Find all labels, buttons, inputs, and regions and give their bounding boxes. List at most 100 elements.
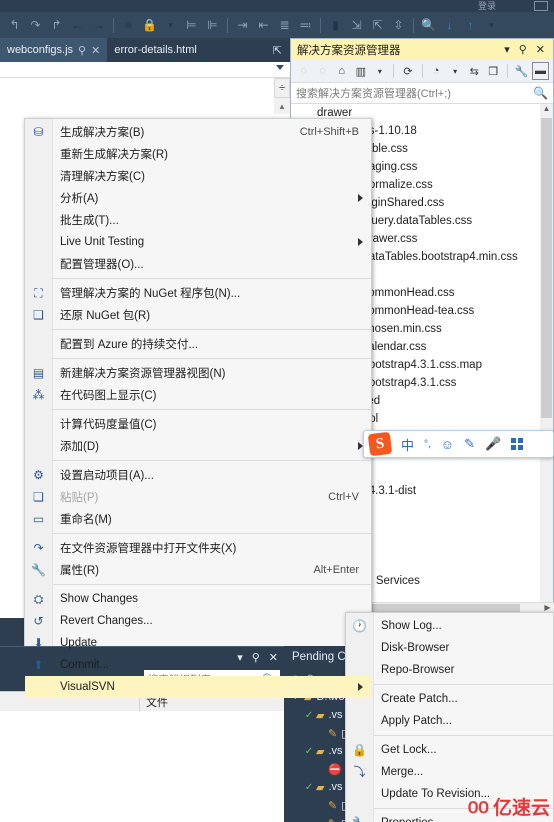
toolbar-separator: [393, 64, 395, 78]
prev-bookmark-icon[interactable]: ⇱: [367, 14, 388, 36]
checked-icon[interactable]: ✓: [302, 710, 316, 721]
checked-icon[interactable]: ✓: [302, 782, 316, 793]
menu-item-label: 粘贴(P): [60, 492, 99, 504]
context-menu-item-19[interactable]: ⚙ 设置启动项目(A)...: [25, 464, 371, 486]
toolbar-chevron-icon[interactable]: ▾: [481, 14, 502, 36]
context-menu-item-8[interactable]: ⛶ 管理解决方案的 NuGet 程序包(N)...: [25, 282, 371, 304]
error-list-rows[interactable]: [0, 711, 284, 822]
svn-menu-item-5[interactable]: Apply Patch...: [346, 710, 553, 732]
context-menu-item-9[interactable]: ❑ 还原 NuGet 包(R): [25, 304, 371, 326]
close-icon[interactable]: ✕: [91, 44, 100, 57]
svn-menu-item-8[interactable]: ⤵ Merge...: [346, 761, 553, 783]
context-menu-item-21[interactable]: ▭ 重命名(M): [25, 508, 371, 530]
build-solution-icon: ⛁: [33, 125, 44, 139]
context-menu-item-28[interactable]: ⬇ Update: [25, 632, 371, 654]
svn-menu-item-1[interactable]: Disk-Browser: [346, 637, 553, 659]
context-menu-item-5[interactable]: Live Unit Testing: [25, 231, 371, 253]
svn-menu-item-4[interactable]: Create Patch...: [346, 688, 553, 710]
bookmark-icon[interactable]: ▮: [325, 14, 346, 36]
tab-webconfigs-js[interactable]: webconfigs.js ⚲ ✕: [0, 38, 108, 62]
sign-in-label[interactable]: 登录: [478, 0, 496, 12]
punctuation-icon[interactable]: °,: [424, 439, 431, 450]
lock-icon[interactable]: 🔒: [139, 14, 160, 36]
skin-icon[interactable]: ✎: [464, 436, 475, 452]
toolbar-overflow-icon[interactable]: ▾: [160, 14, 181, 36]
svn-menu-item-0[interactable]: 🕐 Show Log...: [346, 615, 553, 637]
context-menu-item-30[interactable]: VisualSVN: [25, 676, 371, 698]
context-menu-item-17[interactable]: 添加(D): [25, 435, 371, 457]
checked-icon[interactable]: ✓: [302, 746, 316, 757]
sync-with-active-document-icon[interactable]: ⟳: [399, 62, 416, 80]
context-menu-item-24[interactable]: 🔧 属性(R) Alt+Enter: [25, 559, 371, 581]
back-icon[interactable]: ◌: [295, 62, 312, 80]
chevron-down-icon[interactable]: [276, 65, 284, 70]
show-all-files-icon[interactable]: ◔: [427, 62, 444, 80]
sogou-logo-icon[interactable]: S: [367, 431, 393, 457]
collapse-all-icon[interactable]: ❐: [485, 62, 502, 80]
forward-icon[interactable]: ◌: [314, 62, 331, 80]
navigate-forward-icon[interactable]: →: [88, 14, 109, 36]
chinese-mode-icon[interactable]: 中: [401, 435, 414, 454]
context-menu-item-0[interactable]: ⛁ 生成解决方案(B) Ctrl+Shift+B: [25, 121, 371, 143]
context-menu-item-27[interactable]: ↺ Revert Changes...: [25, 610, 371, 632]
tab-error-details-html[interactable]: error-details.html: [107, 38, 204, 62]
context-menu-item-13[interactable]: ▤ 新建解决方案资源管理器视图(N): [25, 362, 371, 384]
refresh-icon[interactable]: ⇆: [466, 62, 483, 80]
submenu-arrow-icon: [358, 194, 363, 202]
navigate-back-icon[interactable]: ←: [67, 14, 88, 36]
context-menu-item-14[interactable]: ⁂ 在代码图上显示(C): [25, 384, 371, 406]
emoji-icon[interactable]: ☺: [441, 437, 454, 452]
find-next-icon[interactable]: ↓: [439, 14, 460, 36]
clear-bookmarks-icon[interactable]: ⇳: [388, 14, 409, 36]
split-editor-handle[interactable]: ÷: [274, 78, 290, 98]
scroll-thumb[interactable]: [541, 118, 552, 418]
tree-vertical-scrollbar[interactable]: ▲ ▼: [540, 104, 553, 615]
pin-icon[interactable]: ⚲: [519, 43, 527, 56]
menu-item-label: Get Lock...: [381, 744, 437, 756]
panel-menu-icon[interactable]: ▾: [504, 43, 510, 56]
align-icon[interactable]: ≣: [274, 14, 295, 36]
context-menu-item-26[interactable]: ⛭ Show Changes: [25, 588, 371, 610]
outdent-icon[interactable]: ⊨: [181, 14, 202, 36]
restore-window-icon[interactable]: [534, 1, 548, 11]
pin-icon[interactable]: ⚲: [78, 44, 86, 57]
indent-icon[interactable]: ⊫: [202, 14, 223, 36]
increase-indent-icon[interactable]: ⇥: [232, 14, 253, 36]
context-menu-item-23[interactable]: ↷ 在文件资源管理器中打开文件夹(X): [25, 537, 371, 559]
step-over-icon[interactable]: ↷: [25, 14, 46, 36]
context-menu-item-2[interactable]: 清理解决方案(C): [25, 165, 371, 187]
context-menu-item-11[interactable]: 配置到 Azure 的持续交付...: [25, 333, 371, 355]
context-menu-item-4[interactable]: 批生成(T)...: [25, 209, 371, 231]
show-all-dropdown-icon[interactable]: ▾: [447, 62, 464, 80]
search-icon[interactable]: 🔍: [533, 86, 548, 100]
decrease-indent-icon[interactable]: ⇤: [253, 14, 274, 36]
svn-menu-item-2[interactable]: Repo-Browser: [346, 659, 553, 681]
tab-overflow-icon[interactable]: ⇱: [265, 38, 290, 62]
menu-separator: [53, 329, 371, 330]
context-menu-item-1[interactable]: 重新生成解决方案(R): [25, 143, 371, 165]
context-menu-item-16[interactable]: 计算代码度量值(C): [25, 413, 371, 435]
format-icon[interactable]: ≕: [295, 14, 316, 36]
find-prev-icon[interactable]: ↑: [460, 14, 481, 36]
preview-selected-items-icon[interactable]: ▬: [531, 62, 550, 80]
close-icon[interactable]: ✕: [536, 43, 545, 56]
menu-item-label: Disk-Browser: [381, 642, 450, 654]
undo-step-icon[interactable]: ↰: [4, 14, 25, 36]
pending-changes-filter-icon[interactable]: ▥: [352, 62, 369, 80]
voice-input-icon[interactable]: 🎤: [485, 436, 501, 452]
context-menu-item-6[interactable]: 配置管理器(O)...: [25, 253, 371, 275]
step-out-icon[interactable]: ↱: [46, 14, 67, 36]
properties-icon[interactable]: 🔧: [513, 62, 530, 80]
find-icon[interactable]: 🔍: [418, 14, 439, 36]
home-icon[interactable]: ⌂: [333, 62, 350, 80]
comment-icon[interactable]: ≡: [118, 14, 139, 36]
svn-menu-item-7[interactable]: 🔒 Get Lock...: [346, 739, 553, 761]
solution-search-box[interactable]: 搜索解决方案资源管理器(Ctrl+;) 🔍: [291, 83, 553, 104]
scroll-up-arrow[interactable]: ▲: [540, 104, 553, 118]
toolbox-icon[interactable]: [511, 438, 524, 450]
context-menu-item-29[interactable]: ⬆ Commit...: [25, 654, 371, 676]
context-menu-item-3[interactable]: 分析(A): [25, 187, 371, 209]
filter-dropdown-icon[interactable]: ▾: [371, 62, 388, 80]
next-bookmark-icon[interactable]: ⇲: [346, 14, 367, 36]
scrollbar-up-arrow[interactable]: ▲: [274, 98, 290, 114]
